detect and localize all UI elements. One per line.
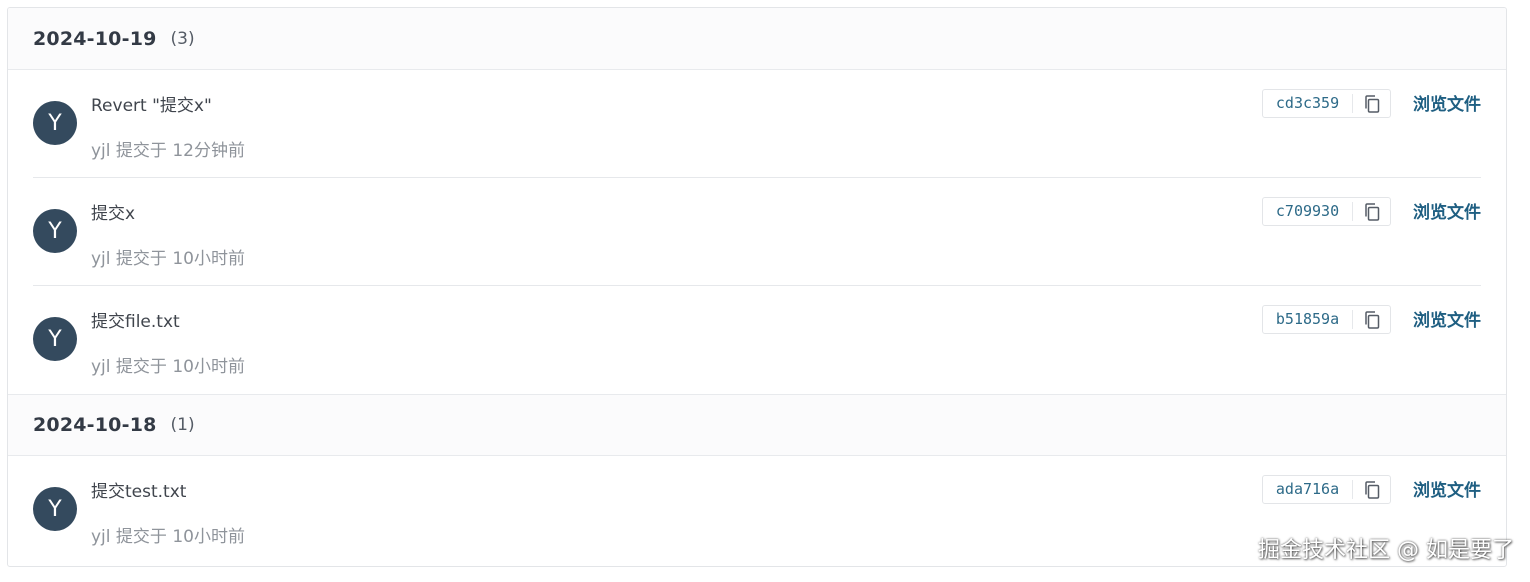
commit-sha-box: b51859a (1262, 305, 1391, 334)
commit-author-time: yjl 提交于 10小时前 (91, 357, 245, 377)
group-date: 2024-10-19 (33, 27, 157, 50)
browse-files-link[interactable]: 浏览文件 (1413, 198, 1481, 223)
copy-icon (1364, 310, 1379, 329)
commit-sha-box: ada716a (1262, 475, 1391, 504)
group-count: (1) (170, 415, 195, 435)
browse-files-link[interactable]: 浏览文件 (1413, 476, 1481, 501)
commit-author-time: yjl 提交于 12分钟前 (91, 141, 245, 161)
copy-icon (1364, 480, 1379, 499)
commit-row: Y 提交x yjl 提交于 10小时前 c709930 浏览文件 (33, 178, 1481, 286)
watermark: 掘金技术社区 @ 如是要了 (1258, 538, 1514, 563)
date-group-header: 2024-10-19 (3) (8, 8, 1506, 70)
commit-message[interactable]: 提交file.txt (91, 307, 180, 332)
commit-row: Y 提交file.txt yjl 提交于 10小时前 b51859a 浏览文件 (33, 286, 1481, 394)
commit-author-time: yjl 提交于 10小时前 (91, 249, 245, 269)
commit-author-time: yjl 提交于 10小时前 (91, 527, 245, 547)
commit-sha[interactable]: c709930 (1263, 202, 1353, 221)
copy-sha-button[interactable] (1353, 198, 1390, 225)
copy-sha-button[interactable] (1353, 476, 1390, 503)
group-count: (3) (170, 28, 195, 49)
commit-sha[interactable]: cd3c359 (1263, 94, 1353, 113)
browse-files-link[interactable]: 浏览文件 (1413, 90, 1481, 115)
avatar[interactable]: Y (33, 209, 77, 253)
avatar[interactable]: Y (33, 317, 77, 361)
commit-list-panel: 2024-10-19 (3) Y Revert "提交x" yjl 提交于 12… (7, 7, 1507, 567)
copy-icon (1364, 202, 1379, 221)
date-group-header: 2024-10-18 (1) (8, 394, 1506, 456)
group-date: 2024-10-18 (33, 414, 157, 436)
avatar[interactable]: Y (33, 101, 77, 145)
browse-files-link[interactable]: 浏览文件 (1413, 306, 1481, 331)
commit-sha-box: c709930 (1262, 197, 1391, 226)
copy-sha-button[interactable] (1353, 90, 1390, 117)
avatar[interactable]: Y (33, 487, 77, 531)
commit-message[interactable]: 提交x (91, 199, 135, 224)
commit-row: Y Revert "提交x" yjl 提交于 12分钟前 cd3c359 浏览文… (33, 70, 1481, 178)
commit-sha[interactable]: b51859a (1263, 310, 1353, 329)
commit-message[interactable]: 提交test.txt (91, 477, 186, 502)
commit-sha-box: cd3c359 (1262, 89, 1391, 118)
copy-icon (1364, 94, 1379, 113)
copy-sha-button[interactable] (1353, 306, 1390, 333)
commit-message[interactable]: Revert "提交x" (91, 91, 212, 116)
commit-sha[interactable]: ada716a (1263, 480, 1353, 499)
